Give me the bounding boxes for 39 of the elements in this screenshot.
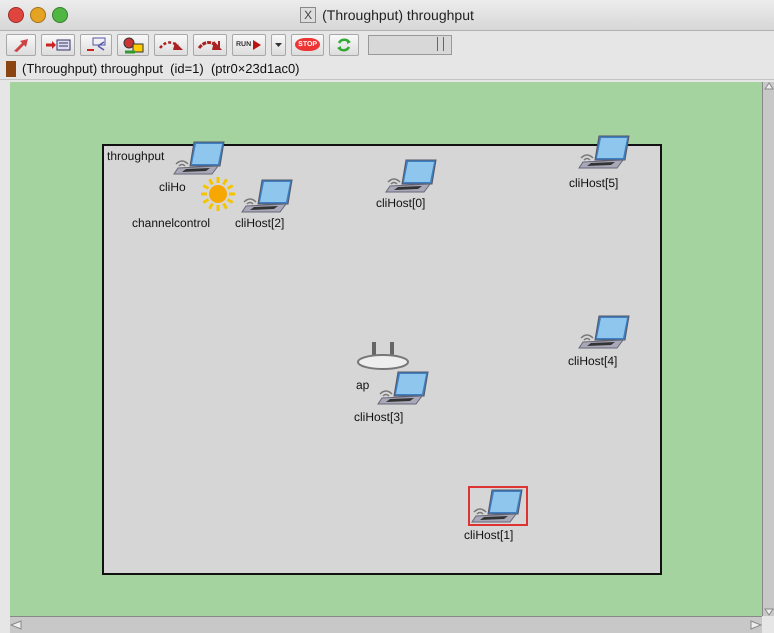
play-icon	[252, 38, 262, 50]
refresh-icon	[336, 36, 352, 52]
network-name: throughput	[107, 149, 164, 163]
events-button[interactable]	[80, 34, 112, 56]
node-label: cliHost[4]	[568, 354, 618, 368]
selection-frame[interactable]	[468, 486, 528, 526]
zoom-button[interactable]	[52, 7, 68, 23]
app-icon: X	[300, 7, 316, 23]
refresh-button[interactable]	[329, 34, 360, 56]
minimize-button[interactable]	[30, 7, 46, 23]
fast-button[interactable]	[193, 34, 227, 56]
arrow-icon	[12, 36, 30, 52]
up-button[interactable]	[6, 34, 36, 56]
color-swatch	[6, 60, 16, 76]
object-info: (Throughput) throughput (id=1) (ptr0×23d1ac0)	[22, 61, 300, 76]
caret-icon	[275, 42, 282, 46]
close-button[interactable]	[8, 7, 24, 23]
node-label: cliHost[2]	[235, 216, 284, 230]
node-label: cliHo	[159, 180, 186, 194]
right-arrow-icon	[750, 620, 762, 630]
step-button[interactable]	[154, 34, 188, 56]
node-label: cliHost[3]	[354, 410, 404, 424]
slider-thumb[interactable]	[437, 36, 444, 50]
node-label: cliHost[5]	[569, 176, 618, 190]
node-label: ap	[356, 378, 370, 392]
node-label: cliHost[0]	[376, 196, 426, 210]
dropdown-button[interactable]	[271, 34, 286, 56]
node-label: channelcontrol	[132, 216, 210, 230]
inspect-button[interactable]	[117, 34, 149, 56]
left-arrow-icon	[10, 620, 22, 630]
speed-slider[interactable]	[368, 34, 452, 54]
step-in-button[interactable]	[41, 34, 75, 56]
window-title: (Throughput) throughput	[322, 7, 474, 23]
vertical-scrollbar[interactable]	[762, 82, 774, 616]
events-icon	[84, 36, 108, 54]
inspect-icon	[121, 36, 145, 54]
arrow-icon	[45, 38, 71, 52]
node-label: cliHost[1]	[464, 528, 514, 542]
horizontal-scrollbar[interactable]	[10, 616, 762, 633]
